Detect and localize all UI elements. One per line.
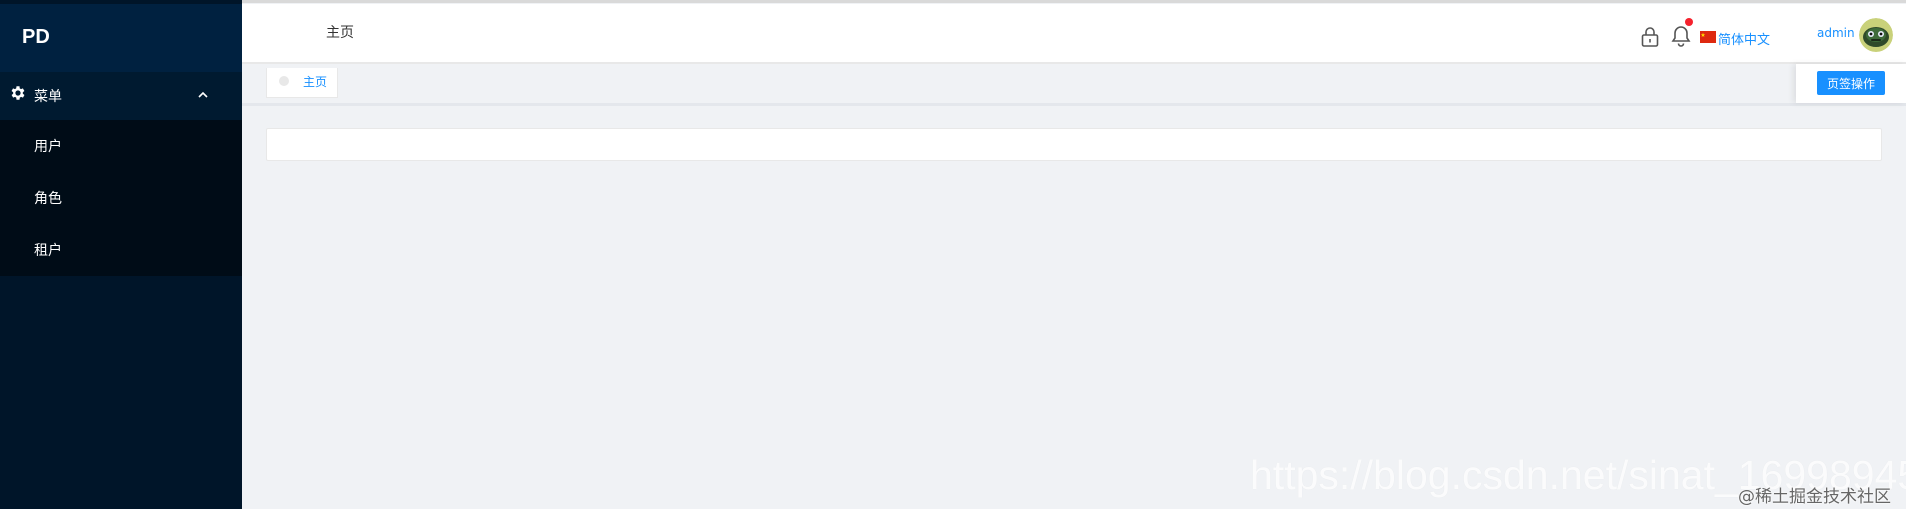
lock-icon[interactable] bbox=[1640, 26, 1660, 48]
logo[interactable]: PD bbox=[0, 4, 242, 72]
gear-icon bbox=[11, 86, 25, 100]
sidebar-menu-group[interactable]: 菜单 bbox=[0, 72, 242, 120]
tabs-bar: 主页 页签操作 bbox=[242, 64, 1906, 106]
tab-ops-area: 页签操作 bbox=[1796, 64, 1906, 103]
sidebar-item-label: 用户 bbox=[34, 139, 62, 155]
user-name[interactable]: admin bbox=[1817, 26, 1855, 40]
sidebar: PD 菜单 用户 角色 租户 bbox=[0, 0, 242, 509]
tab-status-dot bbox=[279, 76, 289, 86]
sidebar-item-users[interactable]: 用户 bbox=[0, 120, 242, 172]
header: 主页 简体中文 admin bbox=[242, 4, 1906, 64]
bell-icon[interactable] bbox=[1670, 24, 1692, 48]
tab-label: 主页 bbox=[303, 75, 328, 89]
tab-operations-button[interactable]: 页签操作 bbox=[1817, 71, 1885, 95]
logo-text: PD bbox=[22, 26, 50, 48]
sidebar-item-label: 租户 bbox=[34, 243, 62, 259]
chevron-up-icon bbox=[198, 91, 208, 98]
china-flag-icon bbox=[1700, 31, 1716, 43]
avatar[interactable] bbox=[1859, 18, 1893, 52]
language-label: 简体中文 bbox=[1718, 33, 1771, 48]
top-border bbox=[242, 0, 1906, 3]
content-card bbox=[266, 128, 1882, 161]
sidebar-item-tenants[interactable]: 租户 bbox=[0, 224, 242, 276]
sidebar-item-label: 角色 bbox=[34, 191, 62, 207]
breadcrumb-home[interactable]: 主页 bbox=[326, 22, 354, 42]
sidebar-item-roles[interactable]: 角色 bbox=[0, 172, 242, 224]
avatar-image bbox=[1859, 18, 1893, 52]
notification-badge-dot bbox=[1685, 18, 1693, 26]
submenu: 用户 角色 租户 bbox=[0, 120, 242, 276]
menu-group-label: 菜单 bbox=[34, 89, 62, 105]
watermark-site: @稀土掘金技术社区 bbox=[1738, 487, 1891, 507]
tab-home[interactable]: 主页 bbox=[266, 68, 338, 98]
